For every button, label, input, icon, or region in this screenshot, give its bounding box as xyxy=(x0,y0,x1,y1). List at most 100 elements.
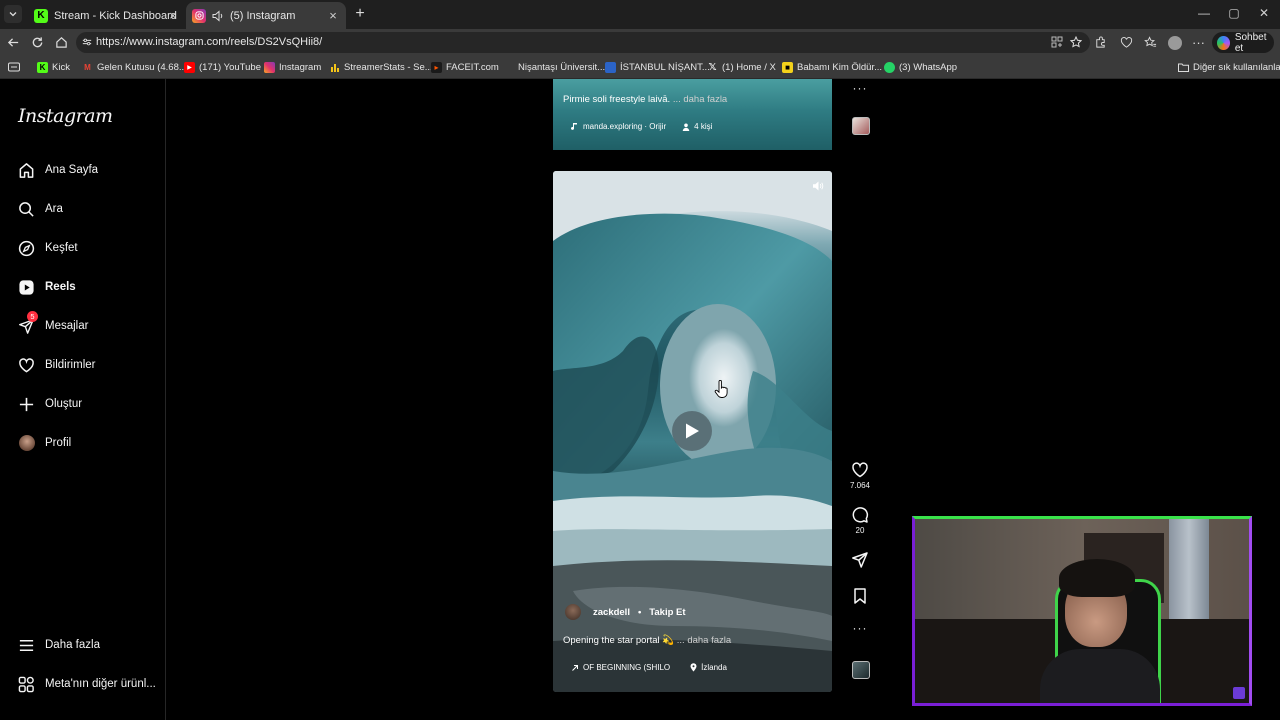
send-icon xyxy=(852,552,868,568)
close-tab-icon[interactable]: × xyxy=(326,8,340,23)
heartbeat-icon xyxy=(1120,37,1133,48)
bookmark-nisantasi-universitesi[interactable]: Nişantaşı Üniversit... xyxy=(503,60,605,74)
profile-button[interactable] xyxy=(1167,35,1182,50)
sidebar-item-explore[interactable]: Keşfet xyxy=(18,236,78,260)
location-pin-icon xyxy=(690,663,697,672)
browser-essentials-button[interactable] xyxy=(1119,35,1134,50)
bookmark-youtube[interactable]: ▶ (171) YouTube xyxy=(184,60,261,74)
audio-thumbnail[interactable] xyxy=(852,661,870,679)
follow-button[interactable]: Takip Et xyxy=(649,607,685,618)
audio-link[interactable]: manda.exploring · Orijir xyxy=(583,122,666,131)
audio-thumbnail[interactable] xyxy=(852,117,870,135)
minimize-button[interactable]: — xyxy=(1194,6,1214,22)
folder-icon xyxy=(1178,62,1189,73)
tagged-people[interactable]: 4 kişi xyxy=(694,122,712,131)
volume-icon[interactable] xyxy=(812,180,824,192)
sidebar-item-meta-products[interactable]: Meta'nın diğer ürünl... xyxy=(18,672,156,696)
bookmark-istanbul-nisantasi[interactable]: İSTANBUL NİŞANT... xyxy=(605,60,710,74)
share-button[interactable] xyxy=(845,551,875,571)
reload-button[interactable] xyxy=(29,34,45,50)
bookmark-instagram[interactable]: Instagram xyxy=(264,60,321,74)
hamburger-icon xyxy=(19,639,34,651)
tab-title: Stream - Kick Dashboard xyxy=(54,9,177,22)
home-icon xyxy=(19,162,34,178)
maximize-button[interactable]: ▢ xyxy=(1224,6,1244,22)
sidebar-item-search[interactable]: Ara xyxy=(18,197,63,221)
university-icon xyxy=(503,61,514,73)
save-button[interactable] xyxy=(845,587,875,607)
site-info-icon[interactable] xyxy=(82,37,92,47)
extensions-button[interactable] xyxy=(1093,35,1108,50)
back-button[interactable] xyxy=(5,34,21,50)
settings-more-button[interactable]: ··· xyxy=(1191,35,1206,50)
tablet-icon xyxy=(8,62,20,72)
arrow-up-right-icon xyxy=(572,664,578,671)
home-icon xyxy=(55,36,67,48)
arrow-left-icon xyxy=(7,37,18,47)
speaker-icon[interactable] xyxy=(212,9,224,22)
more-options-icon[interactable]: ··· xyxy=(845,621,875,635)
faceit-icon: ▸ xyxy=(431,61,442,73)
sidebar-item-more[interactable]: Daha fazla xyxy=(18,633,100,657)
search-icon xyxy=(19,201,34,217)
sidebar-item-home[interactable]: Ana Sayfa xyxy=(18,158,98,182)
sidebar-item-profile[interactable]: Profil xyxy=(18,431,71,455)
avatar xyxy=(1167,35,1182,50)
bookmark-kick[interactable]: K Kick xyxy=(37,60,70,74)
kick-icon: K xyxy=(37,61,48,73)
other-bookmarks-folder[interactable]: Diğer sık kullanılanlar xyxy=(1178,60,1280,74)
bookmark-whatsapp[interactable]: (3) WhatsApp xyxy=(884,60,957,74)
caption-more-link[interactable]: ... daha fazla xyxy=(677,635,731,646)
sidebar: Instagram Ana Sayfa Ara Keşfet Reels 5 M… xyxy=(0,79,166,720)
caption-more-link[interactable]: ... daha fazla xyxy=(673,94,727,105)
star-icon[interactable] xyxy=(1070,36,1082,48)
heart-icon xyxy=(19,357,34,373)
address-bar-row: https://www.instagram.com/reels/DS2VsQHi… xyxy=(0,29,1280,56)
home-button[interactable] xyxy=(53,34,69,50)
stats-icon xyxy=(329,62,340,73)
tab-instagram[interactable]: (5) Instagram × xyxy=(186,2,346,29)
close-tab-icon[interactable]: × xyxy=(166,8,180,23)
sidebar-item-messages[interactable]: 5 Mesajlar xyxy=(18,310,88,338)
overlay-corner-badge xyxy=(1233,687,1245,699)
grid-apps-icon xyxy=(18,676,34,692)
audio-link[interactable]: OF BEGINNING (SHILO xyxy=(583,663,670,672)
reel-username[interactable]: zackdell xyxy=(593,607,630,618)
bookmarks-bar: K Kick M Gelen Kutusu (4.68... ▶ (171) YouT… xyxy=(0,56,1280,79)
close-window-button[interactable]: ✕ xyxy=(1254,6,1274,22)
favorites-button[interactable] xyxy=(1143,35,1158,50)
tab-actions-menu-button[interactable] xyxy=(4,5,22,23)
reel-author-row: zackdell • Takip Et xyxy=(565,604,686,620)
tab-kick-dashboard[interactable]: K Stream - Kick Dashboard × xyxy=(28,2,186,29)
bookmark-gmail[interactable]: M Gelen Kutusu (4.68... xyxy=(82,60,187,74)
reels-icon xyxy=(19,279,34,295)
kick-icon: K xyxy=(34,8,48,23)
app-available-icon[interactable] xyxy=(1051,36,1063,48)
more-options-icon[interactable]: ··· xyxy=(845,81,875,95)
chevron-down-icon xyxy=(9,12,17,17)
reel-video-previous[interactable]: Pirmie soli freestyle laivā. ... daha fa… xyxy=(553,79,832,150)
reel-caption: Pirmie soli freestyle laivā. ... daha fa… xyxy=(563,94,728,105)
play-button[interactable] xyxy=(672,411,712,451)
new-tab-button[interactable]: + xyxy=(352,6,368,22)
bookmark-babami-kim-oldurdu[interactable]: ■ Babamı Kim Öldür... xyxy=(782,60,882,74)
avatar[interactable] xyxy=(565,604,581,620)
location-link[interactable]: İzlanda xyxy=(701,663,727,672)
like-button[interactable]: 7.064 xyxy=(845,461,875,490)
bookmark-x-home[interactable]: 𝕏 (1) Home / X xyxy=(707,60,775,74)
whatsapp-icon xyxy=(884,61,895,73)
sidebar-item-create[interactable]: Oluştur xyxy=(18,392,82,416)
copilot-button[interactable]: Sohbet et xyxy=(1212,32,1274,54)
tab-title: (5) Instagram xyxy=(230,9,296,22)
url-field[interactable]: https://www.instagram.com/reels/DS2VsQHi… xyxy=(76,32,1090,53)
bookmark-faceit[interactable]: ▸ FACEIT.com xyxy=(431,60,499,74)
comment-button[interactable]: 20 xyxy=(845,506,875,535)
bookmark-icon xyxy=(854,588,866,604)
instagram-icon xyxy=(264,61,275,73)
reading-view-button[interactable] xyxy=(8,60,20,74)
bookmark-streamerstats[interactable]: StreamerStats - Se... xyxy=(329,60,433,74)
instagram-logo[interactable]: Instagram xyxy=(18,105,113,127)
reel-video[interactable]: zackdell • Takip Et Opening the star por… xyxy=(553,171,832,692)
sidebar-item-reels[interactable]: Reels xyxy=(18,275,76,299)
sidebar-item-notifications[interactable]: Bildirimler xyxy=(18,353,95,377)
